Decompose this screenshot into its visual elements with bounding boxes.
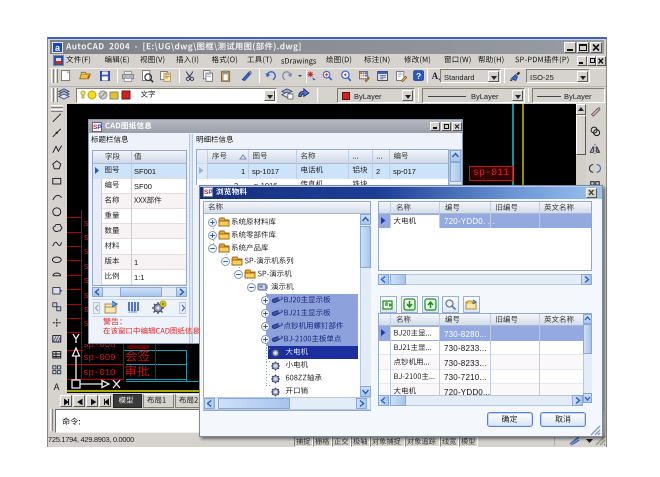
svg-text:A: A	[54, 382, 60, 392]
svg-text:A: A	[432, 71, 439, 81]
svg-text:1989: 1989	[128, 309, 138, 314]
svg-text:?: ?	[416, 72, 421, 81]
